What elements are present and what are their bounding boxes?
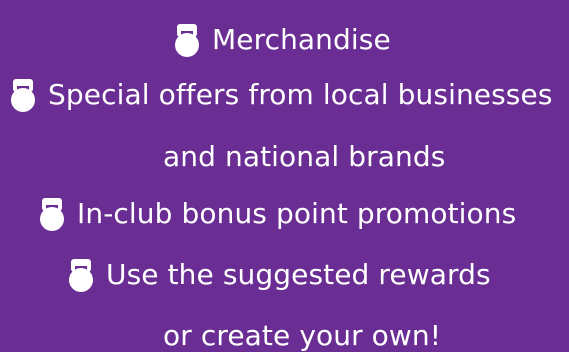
- list-item-continuation: or create your own!: [163, 322, 441, 350]
- list-item-special-offers: Special offers from local businesses: [8, 76, 553, 113]
- list-item-text: or create your own!: [163, 319, 442, 352]
- kettlebell-icon: [37, 195, 67, 232]
- kettlebell-icon: [172, 21, 202, 58]
- kettlebell-icon: [66, 256, 96, 293]
- list-item-suggested-rewards: Use the suggested rewards: [66, 256, 491, 293]
- list-item-bonus-promotions: In-club bonus point promotions: [37, 195, 516, 232]
- list-item-merchandise: Merchandise: [172, 21, 391, 58]
- list-item-text: Special offers from local businesses: [48, 77, 553, 111]
- list-item-text: Use the suggested rewards: [106, 257, 491, 291]
- list-item-text: In-club bonus point promotions: [77, 196, 517, 230]
- kettlebell-icon: [8, 76, 38, 113]
- list-item-text: and national brands: [163, 140, 446, 173]
- list-item-text: Merchandise: [212, 22, 391, 56]
- list-item-continuation: and national brands: [163, 143, 445, 171]
